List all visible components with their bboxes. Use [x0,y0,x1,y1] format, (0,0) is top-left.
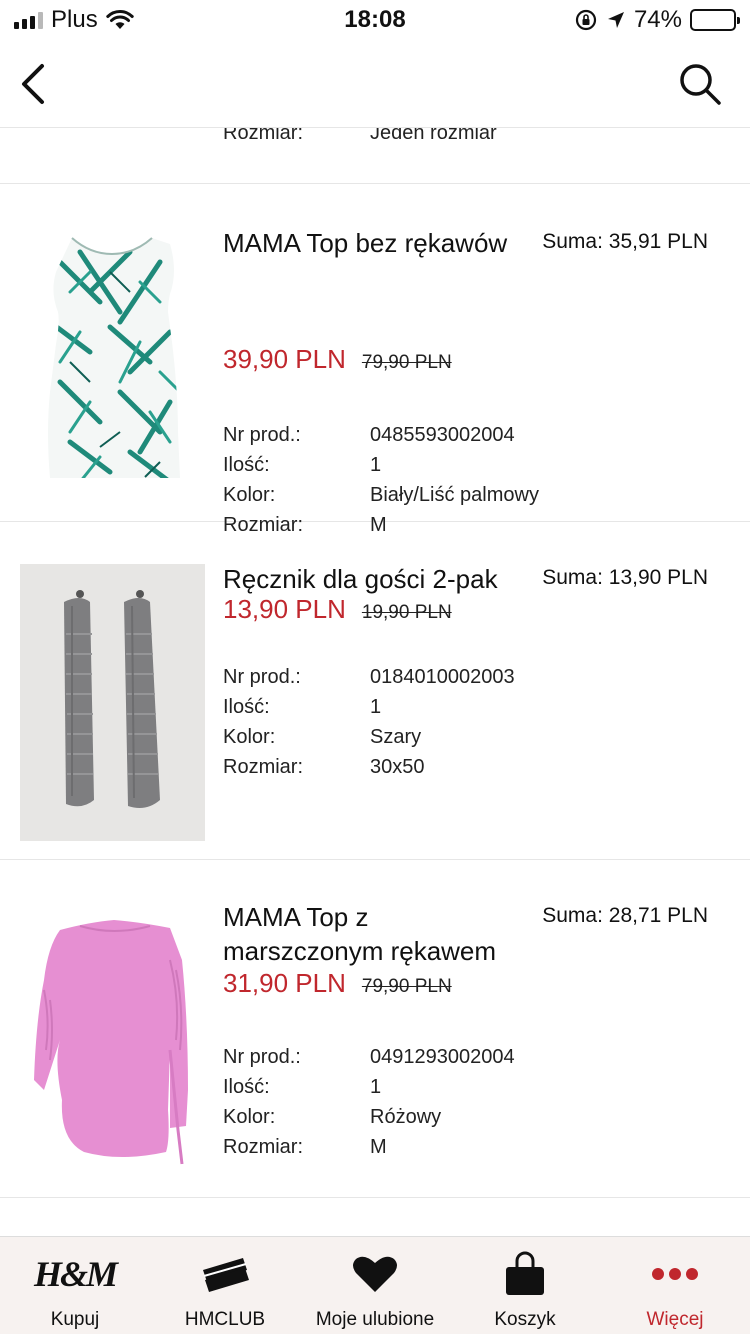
hm-logo-icon: H&M [33,1254,118,1294]
pink-top-image [20,900,205,1172]
detail-row-qty: Ilość: 1 [223,450,539,480]
carrier-name: Plus [51,6,98,33]
tab-favourites[interactable]: Moje ulubione [300,1237,450,1334]
current-price: 31,90 PLN [223,968,346,998]
current-price: 13,90 PLN [223,594,346,624]
detail-value: Różowy [370,1106,442,1128]
detail-row-nr: Nr prod.: 0485593002004 [223,420,539,450]
detail-row-color: Kolor: Biały/Liść palmowy [223,480,539,510]
detail-label: Kolor: [223,484,276,506]
detail-row-nr: Nr prod.: 0491293002004 [223,1042,515,1072]
product-name[interactable]: MAMA Top z marszczonym rękawem [223,900,523,968]
detail-value: Biały/Liść palmowy [370,484,539,506]
detail-row-color: Kolor: Szary [223,722,515,752]
current-price: 39,90 PLN [223,344,346,374]
detail-label: Nr prod.: [223,666,301,688]
detail-label: Ilość: [223,1076,270,1098]
product-name[interactable]: Ręcznik dla gości 2-pak [223,562,523,596]
grey-towels-image [20,564,205,841]
price-group: 39,90 PLN 79,90 PLN [223,344,452,375]
search-icon[interactable] [676,60,724,108]
detail-label: Kolor: [223,726,276,748]
list-item[interactable]: Ręcznik dla gości 2-pak Suma: 13,90 PLN … [0,522,750,860]
order-items-list[interactable]: Rozmiar: Jeden rozmiar MAMA Top bez ręka… [0,128,750,1236]
signal-icon [14,11,43,29]
item-total: Suma: 28,71 PLN [542,904,708,927]
detail-value: M [370,1136,387,1158]
battery-percent: 74% [633,6,682,33]
detail-row-color: Kolor: Różowy [223,1102,515,1132]
detail-value: 0184010002003 [370,666,515,688]
rotation-lock-icon [575,9,597,31]
size-label: Rozmiar: [223,128,304,144]
tab-kupuj[interactable]: H&M Kupuj [0,1237,150,1334]
more-dots-icon [600,1251,750,1297]
detail-value: 0491293002004 [370,1046,515,1068]
tab-hmclub[interactable]: HMCLUB [150,1237,300,1334]
wifi-icon [105,10,134,29]
detail-row-size: Rozmiar: 30x50 [223,752,515,782]
list-item-partial: Rozmiar: Jeden rozmiar [0,128,750,184]
chevron-left-icon[interactable] [14,60,54,108]
heart-icon [300,1251,450,1297]
tab-label: Koszyk [494,1309,556,1330]
detail-label: Rozmiar: [223,756,304,778]
location-arrow-icon [607,12,624,28]
original-price: 79,90 PLN [361,352,452,373]
size-value: Jeden rozmiar [370,128,497,144]
list-item[interactable]: MAMA Top bez rękawów Suma: 35,91 PLN 39,… [0,184,750,536]
item-total: Suma: 35,91 PLN [542,230,708,253]
status-left: Plus [14,6,134,34]
club-card-icon [150,1251,300,1297]
detail-value: Szary [370,726,422,748]
detail-row-nr: Nr prod.: 0184010002003 [223,662,515,692]
product-name[interactable]: MAMA Top bez rękawów [223,226,523,260]
product-details: Nr prod.: 0184010002003 Ilość: 1 Kolor: Sza… [223,662,515,782]
price-group: 31,90 PLN 79,90 PLN [223,968,452,999]
detail-value: 0485593002004 [370,424,515,446]
status-right: 74% [574,6,740,34]
item-total: Suma: 13,90 PLN [542,566,708,589]
detail-label: Nr prod.: [223,1046,301,1068]
detail-value: 1 [370,1076,382,1098]
tab-bar: H&M Kupuj HMCLUB Moje ulubione Koszyk Wi… [0,1236,750,1334]
status-bar: Plus 18:08 74% [0,0,750,40]
detail-label: Nr prod.: [223,424,301,446]
detail-row-qty: Ilość: 1 [223,1072,515,1102]
tab-more[interactable]: Więcej [600,1237,750,1334]
battery-icon [690,9,740,31]
detail-row-size: Rozmiar: M [223,1132,515,1162]
price-group: 13,90 PLN 19,90 PLN [223,594,452,625]
detail-label: Ilość: [223,696,270,718]
tab-label: Więcej [646,1309,704,1330]
palm-leaf-dress-image [20,232,205,492]
navigation-bar [0,40,750,128]
detail-label: Kolor: [223,1106,276,1128]
detail-value: 1 [370,454,382,476]
detail-value: 1 [370,696,382,718]
tab-label: Kupuj [50,1309,100,1330]
tab-cart[interactable]: Koszyk [450,1237,600,1334]
list-item[interactable]: MAMA Top z marszczonym rękawem Suma: 28,… [0,860,750,1198]
shopping-bag-icon [450,1251,600,1297]
original-price: 79,90 PLN [361,976,452,997]
detail-label: Rozmiar: [223,1136,304,1158]
product-details: Nr prod.: 0491293002004 Ilość: 1 Kolor: Róż… [223,1042,515,1162]
tab-label: HMCLUB [184,1309,266,1330]
detail-value: 30x50 [370,756,425,778]
original-price: 19,90 PLN [361,602,452,623]
tab-label: Moje ulubione [315,1309,435,1330]
detail-label: Ilość: [223,454,270,476]
detail-row-qty: Ilość: 1 [223,692,515,722]
